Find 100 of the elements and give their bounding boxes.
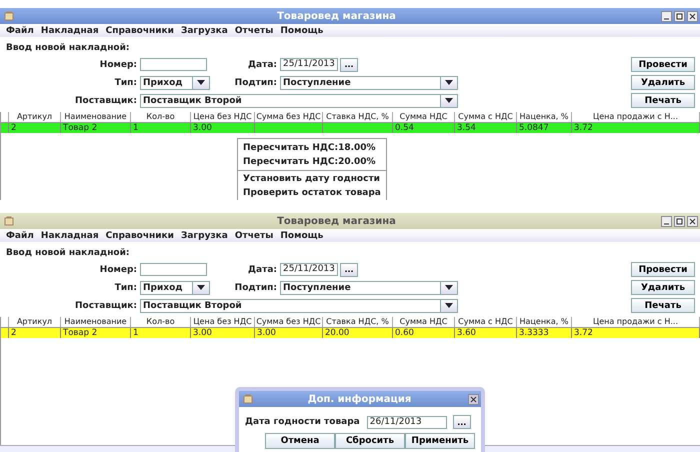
- dropdown-arrow-icon: [197, 285, 205, 290]
- column-header[interactable]: Кол-во: [131, 112, 191, 122]
- menu-item[interactable]: Отчеты: [234, 230, 274, 240]
- section-heading: Ввод новой накладной:: [5, 247, 130, 260]
- table-row[interactable]: 2 Товар 2 1 3.00 0.54 3.54 5.0847 3.72: [1, 123, 700, 133]
- app-icon: [4, 216, 14, 226]
- number-field[interactable]: [140, 263, 207, 276]
- column-header[interactable]: Сумма с НДС: [455, 317, 517, 327]
- maximize-icon[interactable]: [674, 10, 685, 22]
- delete-button[interactable]: Удалить: [631, 75, 695, 90]
- table-cell: 3.00: [191, 123, 255, 133]
- column-header[interactable]: Сумма НДС: [393, 317, 455, 327]
- table-cell: 3.00: [191, 328, 255, 338]
- type-dropdown[interactable]: Приход: [140, 76, 210, 90]
- dropdown-arrow-icon: [445, 285, 453, 290]
- table-cell: 0.60: [393, 328, 455, 338]
- menu-item[interactable]: Загрузка: [180, 26, 228, 36]
- field-label: Поставщик:: [74, 96, 138, 106]
- menu-item[interactable]: Справочники: [106, 230, 174, 240]
- app-icon: [4, 11, 14, 21]
- maximize-icon[interactable]: [674, 216, 685, 226]
- column-header[interactable]: Кол-во: [131, 317, 191, 327]
- date-picker-button[interactable]: ...: [340, 262, 358, 276]
- window-title: Товаровед магазина: [276, 216, 397, 226]
- date-field[interactable]: 25/11/2013: [280, 262, 338, 276]
- column-header[interactable]: Сумма без НДС: [255, 112, 323, 122]
- number-field[interactable]: [140, 58, 207, 71]
- context-menu-item[interactable]: Установить дату годности: [238, 172, 386, 186]
- supplier-dropdown[interactable]: Поставщик Второй: [140, 94, 458, 108]
- dialog-button[interactable]: Сбросить: [335, 433, 405, 449]
- column-header[interactable]: Артикул: [9, 112, 61, 122]
- column-header[interactable]: Цена без НДС: [191, 317, 255, 327]
- table-cell: 1: [131, 328, 191, 338]
- field-label: Подтип:: [234, 282, 278, 292]
- close-icon[interactable]: [687, 216, 698, 226]
- column-header[interactable]: Наценка, %: [517, 317, 572, 327]
- date-picker-button[interactable]: ...: [340, 58, 358, 72]
- close-icon[interactable]: [687, 10, 698, 22]
- date-field[interactable]: 25/11/2013: [280, 58, 338, 70]
- table-cell: 3.60: [455, 328, 517, 338]
- table-cell: 3.3333: [517, 328, 572, 338]
- subtype-dropdown[interactable]: Поступление: [280, 76, 458, 90]
- window-title: Товаровед магазина: [276, 10, 397, 22]
- menu-item[interactable]: Накладная: [40, 230, 99, 240]
- post-button[interactable]: Провести: [631, 57, 695, 72]
- context-menu-item[interactable]: Пересчитать НДС:20.00%: [238, 155, 386, 169]
- post-button[interactable]: Провести: [631, 262, 695, 277]
- subtype-dropdown[interactable]: Поступление: [280, 280, 458, 294]
- field-label: Дата:: [247, 264, 278, 274]
- minimize-icon[interactable]: [661, 10, 672, 22]
- menu-item[interactable]: Помощь: [280, 26, 324, 36]
- menu-item[interactable]: Накладная: [40, 26, 99, 36]
- print-button[interactable]: Печать: [631, 93, 695, 108]
- context-menu-item[interactable]: Проверить остаток товара: [238, 186, 386, 200]
- close-icon[interactable]: [468, 394, 479, 404]
- field-label: Номер:: [98, 264, 138, 274]
- dropdown-arrow-icon: [445, 80, 453, 85]
- table-cell: 3.00: [255, 328, 323, 338]
- supplier-dropdown[interactable]: Поставщик Второй: [140, 298, 458, 312]
- date-picker-button[interactable]: ...: [452, 415, 471, 429]
- field-label: Тип:: [114, 78, 138, 88]
- print-button[interactable]: Печать: [631, 298, 695, 313]
- dialog-button[interactable]: Отмена: [265, 433, 335, 449]
- type-dropdown[interactable]: Приход: [140, 280, 210, 294]
- column-header[interactable]: Цена продажи с Н...: [572, 112, 700, 122]
- column-header[interactable]: Цена без НДС: [191, 112, 255, 122]
- menu-item[interactable]: Загрузка: [180, 230, 228, 240]
- column-header[interactable]: Артикул: [9, 317, 61, 327]
- column-header[interactable]: Сумма без НДС: [255, 317, 323, 327]
- menu-item[interactable]: Помощь: [280, 230, 324, 240]
- dropdown-arrow-icon: [197, 80, 205, 85]
- menu-item[interactable]: Файл: [6, 26, 34, 36]
- table-cell: 3.72: [572, 328, 700, 338]
- app-icon: [243, 394, 253, 404]
- field-label: Подтип:: [234, 78, 278, 88]
- column-header[interactable]: Сумма с НДС: [455, 112, 517, 122]
- table-row[interactable]: 2 Товар 2 1 3.00 3.00 20.00 0.60 3.60 3.3333 3.72: [1, 328, 700, 338]
- menu-item[interactable]: Файл: [6, 230, 34, 240]
- menu-item[interactable]: Отчеты: [234, 26, 274, 36]
- menu-item[interactable]: Справочники: [106, 26, 174, 36]
- expiry-date-field[interactable]: 26/11/2013: [366, 416, 447, 428]
- column-header[interactable]: Ставка НДС, %: [323, 317, 393, 327]
- table-cell: Товар 2: [61, 328, 131, 338]
- column-header[interactable]: Наименование: [61, 112, 131, 122]
- column-header[interactable]: Сумма НДС: [393, 112, 455, 122]
- table-cell: 20.00: [323, 328, 393, 338]
- section-heading: Ввод новой накладной:: [5, 42, 130, 55]
- table-cell: Товар 2: [61, 123, 131, 133]
- context-menu-item[interactable]: Пересчитать НДС:18.00%: [238, 141, 386, 155]
- field-label: Дата годности товара: [245, 417, 361, 427]
- minimize-icon[interactable]: [661, 216, 672, 226]
- column-header[interactable]: Ставка НДС, %: [323, 112, 393, 122]
- dialog-button[interactable]: Применить: [405, 433, 475, 449]
- table-cell: 3.54: [455, 123, 517, 133]
- column-header[interactable]: Цена продажи с Н...: [572, 317, 700, 327]
- delete-button[interactable]: Удалить: [631, 280, 695, 295]
- column-header[interactable]: Наименование: [61, 317, 131, 327]
- field-label: Дата:: [247, 60, 278, 70]
- table-cell: 0.54: [393, 123, 455, 133]
- column-header[interactable]: Наценка, %: [517, 112, 572, 122]
